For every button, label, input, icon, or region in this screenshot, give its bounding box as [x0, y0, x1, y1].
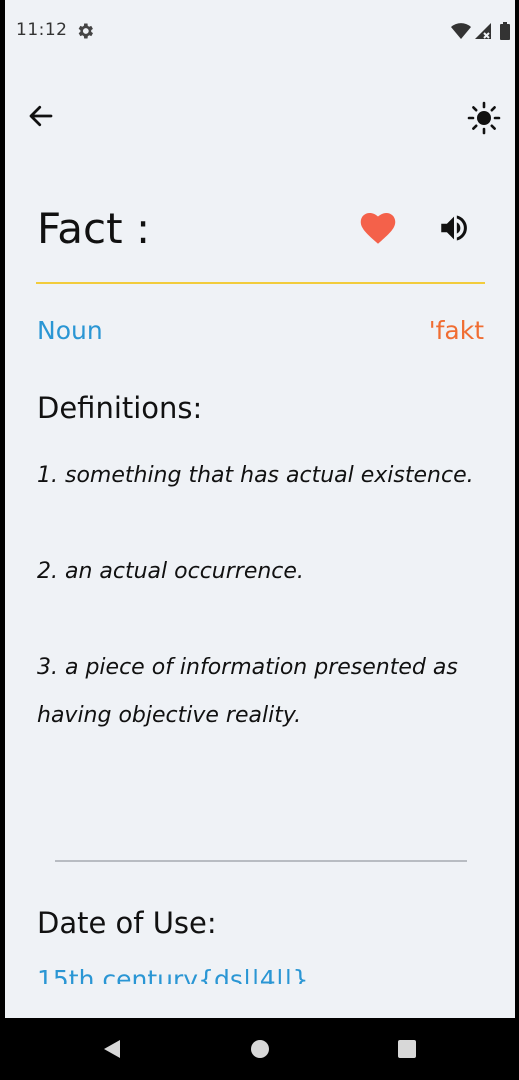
date-of-use-container: 15th century{ds||4||}	[37, 958, 497, 984]
definitions-list: 1. something that has actual existence. …	[37, 452, 492, 788]
screen-edge-right	[515, 0, 519, 1018]
nav-recents-icon[interactable]	[397, 1039, 417, 1059]
nav-back-icon[interactable]	[101, 1038, 123, 1060]
status-bar: 11:12	[5, 0, 515, 64]
word-title: Fact :	[37, 204, 151, 253]
heart-icon[interactable]	[360, 211, 396, 245]
speaker-icon[interactable]	[436, 211, 472, 245]
phonetic: 'fakt	[428, 316, 484, 345]
title-divider	[36, 282, 485, 284]
section-divider	[55, 860, 467, 862]
sun-icon[interactable]	[467, 101, 501, 135]
definition-item: 1. something that has actual existence.	[37, 463, 474, 488]
app-screen: 11:12 Fact : Noun 'fakt Definitions: 1. …	[0, 0, 519, 1080]
status-time: 11:12	[16, 20, 68, 40]
part-of-speech: Noun	[37, 316, 103, 345]
settings-gear-icon	[78, 23, 93, 39]
definition-item: 3. a piece of information presented as h…	[37, 655, 458, 728]
date-of-use-value: 15th century{ds||4||}	[37, 965, 309, 984]
signal-icon	[475, 23, 491, 39]
date-of-use-heading: Date of Use:	[37, 906, 217, 940]
wifi-icon	[451, 23, 471, 39]
screen-edge-left	[0, 0, 5, 1018]
definition-item: 2. an actual occurrence.	[37, 559, 304, 584]
battery-icon	[500, 22, 510, 40]
navigation-bar	[0, 1018, 519, 1080]
nav-home-icon[interactable]	[250, 1039, 270, 1059]
arrow-left-icon[interactable]	[26, 101, 56, 131]
definitions-heading: Definitions:	[37, 391, 203, 425]
